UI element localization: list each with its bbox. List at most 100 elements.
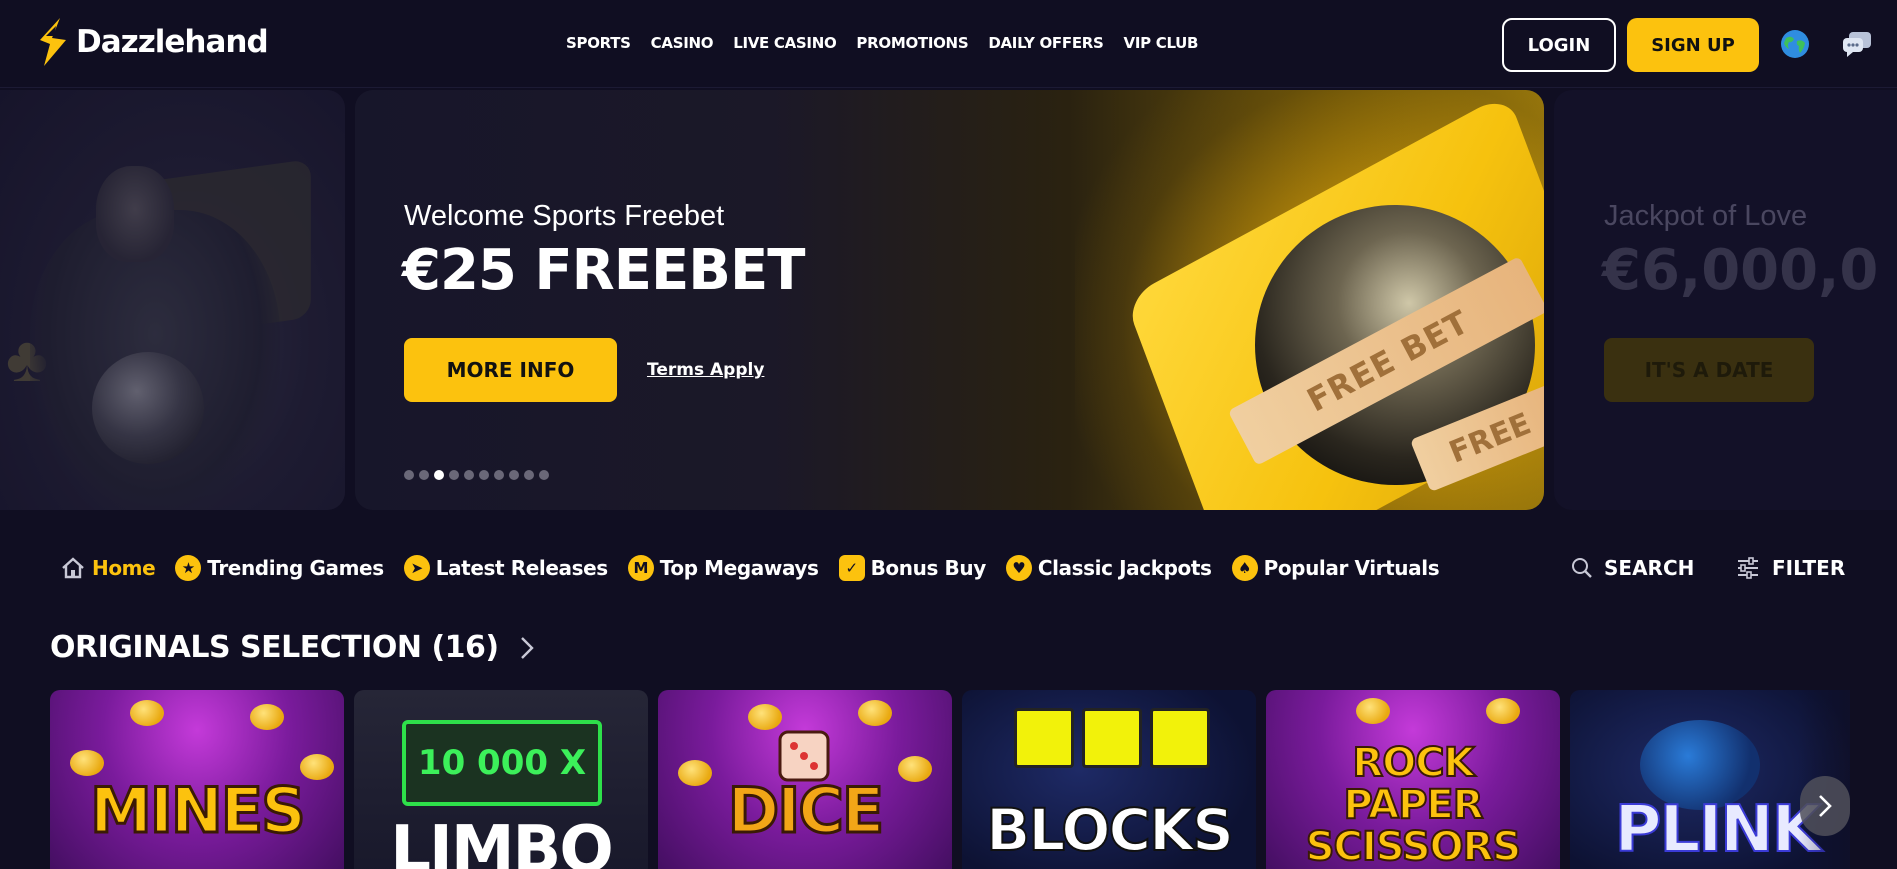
nav-sports[interactable]: SPORTS xyxy=(566,34,631,52)
hero-next-slide[interactable]: Jackpot of Love €6,000,0 IT'S A DATE xyxy=(1554,90,1897,510)
game-tile-rock-paper-scissors[interactable]: ROCK PAPER SCISSORS xyxy=(1266,690,1560,869)
search-label: SEARCH xyxy=(1604,556,1695,580)
category-top-megaways[interactable]: M Top Megaways xyxy=(627,555,819,581)
hero-kicker: Welcome Sports Freebet xyxy=(404,200,725,232)
chat-icon[interactable] xyxy=(1841,30,1873,58)
section-title: ORIGINALS SELECTION (16) xyxy=(50,630,499,665)
search-button[interactable]: SEARCH xyxy=(1570,556,1694,580)
game-title-line: PAPER xyxy=(1342,782,1484,828)
login-button[interactable]: LOGIN xyxy=(1502,18,1616,72)
category-trending-games[interactable]: ★ Trending Games xyxy=(175,555,384,581)
coin-image xyxy=(250,704,284,730)
games-row: MINES 10 000 X LIMBO DICE BLOCKS ROCK PA… xyxy=(50,690,1850,869)
carousel-next-button[interactable] xyxy=(1800,776,1850,836)
carousel-dot[interactable] xyxy=(404,470,414,480)
filter-label: FILTER xyxy=(1772,556,1846,580)
star-icon: ★ xyxy=(175,555,202,581)
block xyxy=(1014,708,1074,768)
coin-image xyxy=(1486,698,1520,724)
nav-vip-club[interactable]: VIP CLUB xyxy=(1124,34,1199,52)
lightning-logo-icon xyxy=(40,18,66,66)
coin-image xyxy=(678,760,712,786)
carousel-dot[interactable] xyxy=(494,470,504,480)
category-label: Latest Releases xyxy=(435,556,608,580)
section-header[interactable]: ORIGINALS SELECTION (16) xyxy=(50,630,535,665)
coin-image xyxy=(130,700,164,726)
game-tile-dice[interactable]: DICE xyxy=(658,690,952,869)
carousel-dot[interactable] xyxy=(524,470,534,480)
main-nav: SPORTS CASINO LIVE CASINO PROMOTIONS DAI… xyxy=(566,34,1198,52)
nav-daily-offers[interactable]: DAILY OFFERS xyxy=(988,34,1104,52)
slide-dim-overlay xyxy=(0,90,345,510)
logo-text: Dazzlehand xyxy=(76,24,269,60)
block xyxy=(1150,708,1210,768)
category-latest-releases[interactable]: ➤ Latest Releases xyxy=(403,555,608,581)
game-title-line: SCISSORS xyxy=(1305,824,1522,869)
next-slide-kicker: Jackpot of Love xyxy=(1604,200,1808,232)
category-label: Trending Games xyxy=(207,556,384,580)
category-bonus-buy[interactable]: ✓ Bonus Buy xyxy=(838,555,987,581)
game-title: ROCK PAPER SCISSORS xyxy=(1305,740,1522,869)
coin-image xyxy=(748,704,782,730)
chevron-right-icon xyxy=(1819,795,1832,817)
coin-image xyxy=(70,750,104,776)
block xyxy=(1082,708,1142,768)
signup-button[interactable]: SIGN UP xyxy=(1627,18,1759,72)
hero-title: €25 FREEBET xyxy=(402,238,805,303)
terms-link[interactable]: Terms Apply xyxy=(647,360,764,380)
more-info-button[interactable]: MORE INFO xyxy=(404,338,617,402)
game-title: PLINK xyxy=(1614,792,1823,868)
game-title: DICE xyxy=(726,772,885,848)
carousel-dots xyxy=(404,470,549,480)
next-slide-title: €6,000,0 xyxy=(1602,238,1879,303)
game-tile-blocks[interactable]: BLOCKS xyxy=(962,690,1256,869)
filter-button[interactable]: FILTER xyxy=(1736,556,1845,580)
logo[interactable]: Dazzlehand xyxy=(36,16,269,68)
category-label: Bonus Buy xyxy=(870,556,987,580)
game-title: LIMBO xyxy=(390,813,613,869)
category-label: Classic Jackpots xyxy=(1037,556,1212,580)
rocket-icon: ➤ xyxy=(403,555,430,581)
category-popular-virtuals[interactable]: ♠ Popular Virtuals xyxy=(1231,555,1440,581)
coin-image xyxy=(1356,698,1390,724)
game-tile-limbo[interactable]: 10 000 X LIMBO xyxy=(354,690,648,869)
coin-image xyxy=(300,754,334,780)
blocks-grid xyxy=(1014,708,1210,768)
chevron-right-icon xyxy=(520,636,534,659)
top-header: Dazzlehand SPORTS CASINO LIVE CASINO PRO… xyxy=(0,0,1897,88)
category-label: Home xyxy=(92,556,156,580)
game-title: BLOCKS xyxy=(985,795,1235,865)
game-title-line: ROCK xyxy=(1351,740,1475,786)
game-title: MINES xyxy=(89,772,308,848)
search-icon xyxy=(1572,558,1592,578)
carousel-dot[interactable] xyxy=(464,470,474,480)
virtuals-icon: ♠ xyxy=(1231,555,1258,581)
limbo-screen: 10 000 X xyxy=(402,720,602,806)
home-icon xyxy=(62,557,84,579)
heart-icon: ♥ xyxy=(1005,555,1032,581)
category-label: Top Megaways xyxy=(659,556,819,580)
megaways-icon: M xyxy=(627,555,654,581)
nav-live-casino[interactable]: LIVE CASINO xyxy=(733,34,837,52)
bonus-icon: ✓ xyxy=(838,555,865,581)
coin-image xyxy=(858,700,892,726)
carousel-dot-active[interactable] xyxy=(434,470,444,480)
category-label: Popular Virtuals xyxy=(1263,556,1440,580)
its-a-date-button[interactable]: IT'S A DATE xyxy=(1604,338,1814,402)
carousel-dot[interactable] xyxy=(419,470,429,480)
filter-sliders-icon xyxy=(1738,557,1758,579)
nav-promotions[interactable]: PROMOTIONS xyxy=(856,34,968,52)
carousel-dot[interactable] xyxy=(509,470,519,480)
coin-image xyxy=(898,756,932,782)
nav-casino[interactable]: CASINO xyxy=(651,34,714,52)
category-bar: Home ★ Trending Games ➤ Latest Releases … xyxy=(60,555,1440,581)
category-home[interactable]: Home xyxy=(60,555,156,581)
hero-prev-slide[interactable]: ♣ xyxy=(0,90,345,510)
category-classic-jackpots[interactable]: ♥ Classic Jackpots xyxy=(1005,555,1212,581)
carousel-dot[interactable] xyxy=(449,470,459,480)
carousel-dot[interactable] xyxy=(539,470,549,480)
game-tile-mines[interactable]: MINES xyxy=(50,690,344,869)
globe-icon[interactable] xyxy=(1780,29,1810,59)
hero-current-slide: FREE BET FREE Welcome Sports Freebet €25… xyxy=(355,90,1544,510)
carousel-dot[interactable] xyxy=(479,470,489,480)
